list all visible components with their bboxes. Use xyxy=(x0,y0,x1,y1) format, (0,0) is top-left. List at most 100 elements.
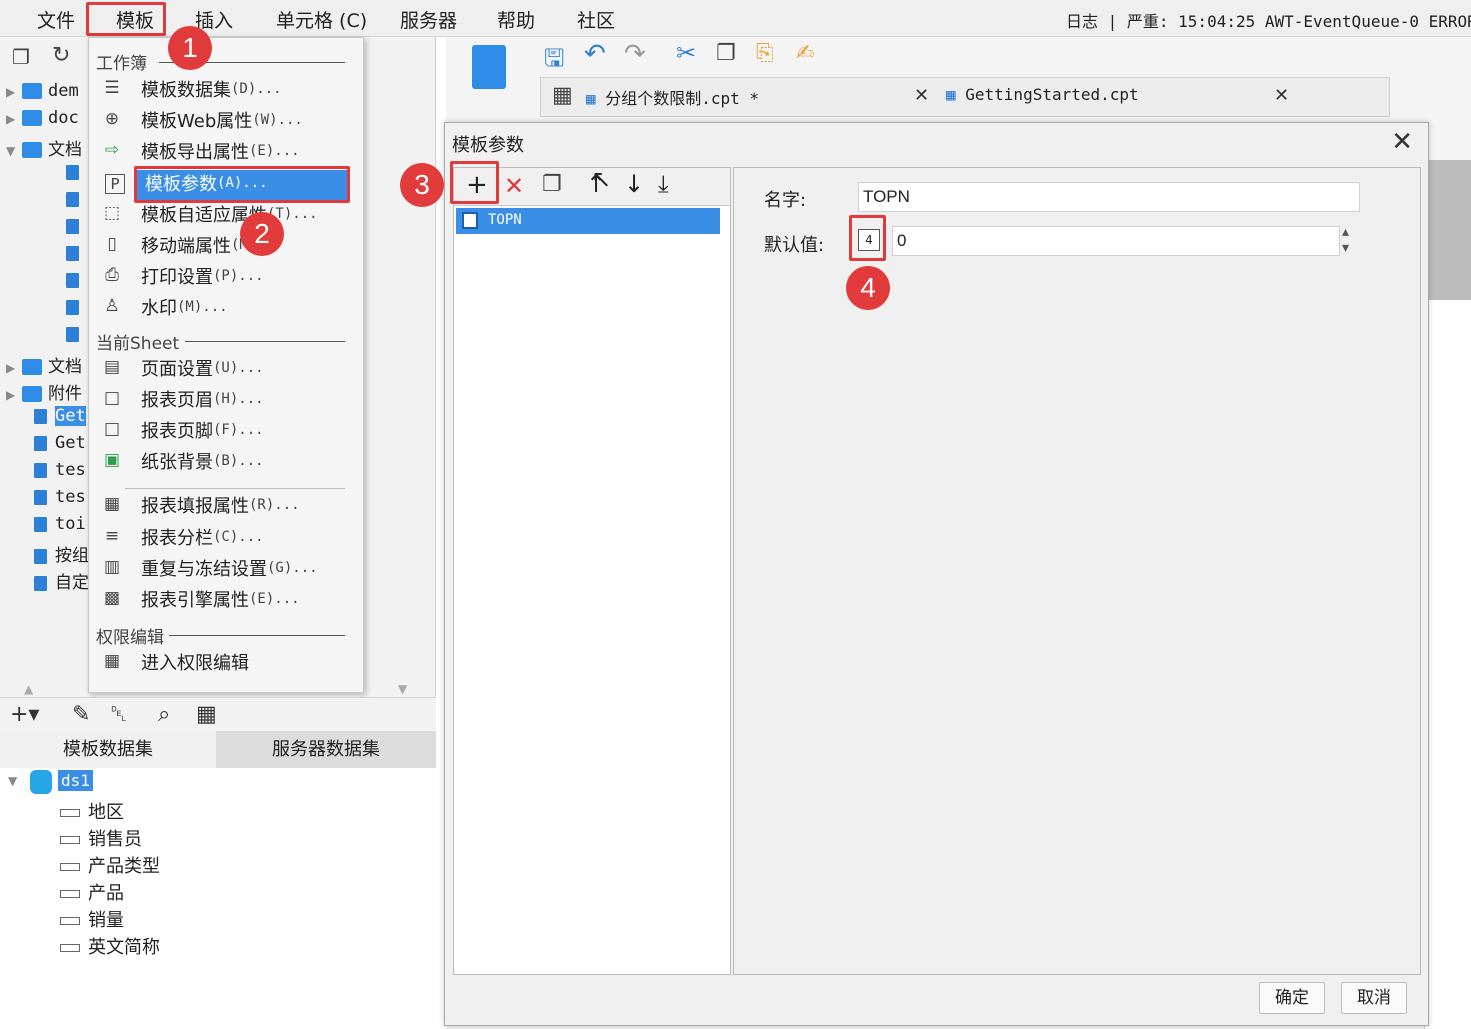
status-log[interactable]: 日志 | 严重: 15:04:25 AWT-EventQueue-0 ERROR xyxy=(1066,8,1471,32)
dataset-ds1[interactable]: ds1 xyxy=(58,770,93,791)
format-painter-icon[interactable]: ✍ xyxy=(796,41,814,66)
field-item[interactable]: 产品 xyxy=(60,879,124,905)
tree-folder[interactable]: ▶ doc xyxy=(6,108,79,134)
export-icon: ⇨ xyxy=(104,140,120,160)
highlight-box-template-params xyxy=(134,166,350,203)
field-item[interactable]: 销售员 xyxy=(60,825,142,851)
engine-icon: ▩ xyxy=(103,588,121,608)
tab-template-dataset[interactable]: 模板数据集 xyxy=(0,731,216,768)
menu-item-engine[interactable]: ▩ 报表引擎属性(E)... xyxy=(101,586,351,616)
tree-file[interactable]: Get xyxy=(34,433,86,459)
redo-icon[interactable]: ↷ xyxy=(624,39,646,69)
collapse-up-icon[interactable]: ▲ xyxy=(24,682,33,696)
form-icon: ▦ xyxy=(103,494,121,514)
tree-file[interactable]: toi xyxy=(34,514,86,540)
copy-icon[interactable]: ❐ xyxy=(716,41,736,66)
param-icon: P xyxy=(105,174,125,194)
delete-icon[interactable]: ␡ xyxy=(110,702,128,727)
menu-item-columns[interactable]: ≡ 报表分栏(C)... xyxy=(101,524,351,554)
param-list-item[interactable]: TOPN xyxy=(456,208,720,234)
globe-icon: ⊕ xyxy=(104,109,120,129)
menu-item-web-attr[interactable]: ⊕ 模板Web属性(W)... xyxy=(101,107,351,137)
tree-folder[interactable]: ▶ 文档 xyxy=(6,352,82,378)
menu-help[interactable]: 帮助 xyxy=(497,6,535,33)
grid-view-icon[interactable]: ▦ xyxy=(552,83,573,108)
expand-icon[interactable]: ▼ xyxy=(8,774,17,788)
menu-item-freeze[interactable]: ▥ 重复与冻结设置(G)... xyxy=(101,555,351,585)
report-preview-icon[interactable] xyxy=(472,45,506,89)
move-bottom-icon[interactable]: ⤓ xyxy=(658,170,669,198)
menu-community[interactable]: 社区 xyxy=(577,6,615,33)
tree-file[interactable]: 自定 xyxy=(34,568,89,594)
report-icon: ▦ xyxy=(586,89,606,108)
name-label: 名字: xyxy=(764,190,807,211)
tab-server-dataset[interactable]: 服务器数据集 xyxy=(216,731,436,768)
menu-item-footer[interactable]: □ 报表页脚(F)... xyxy=(101,417,351,447)
field-item[interactable]: 英文简称 xyxy=(60,933,160,959)
refresh-icon[interactable]: ↻ xyxy=(52,43,70,68)
move-down-icon[interactable]: ↓ xyxy=(624,170,644,198)
add-dataset-icon[interactable]: +▾ xyxy=(10,702,39,727)
field-icon xyxy=(60,836,80,844)
database-icon: ☰ xyxy=(104,78,120,98)
tree-file[interactable]: tes xyxy=(34,487,86,513)
save-icon[interactable]: 🖫 xyxy=(544,41,564,82)
cut-icon[interactable]: ✂ xyxy=(676,39,696,67)
menu-item-background[interactable]: ▣ 纸张背景(B)... xyxy=(101,448,351,478)
menu-item-mobile[interactable]: ▯移动端属性(M)... xyxy=(101,232,351,262)
highlight-box-type-selector xyxy=(849,215,886,261)
file-icon[interactable] xyxy=(66,192,79,207)
close-icon[interactable]: ✕ xyxy=(1391,127,1413,157)
tree-folder[interactable]: ▶ 附件 xyxy=(6,379,82,405)
menu-server[interactable]: 服务器 xyxy=(400,6,457,33)
menu-item-permission-edit[interactable]: ▦ 进入权限编辑 xyxy=(101,649,351,679)
collapse-down-icon[interactable]: ▼ xyxy=(398,682,407,696)
page-icon: ▤ xyxy=(103,357,121,377)
menu-item-template-dataset[interactable]: ☰ 模板数据集(D)... xyxy=(101,76,351,106)
ok-button[interactable]: 确定 xyxy=(1259,982,1325,1014)
file-tab[interactable]: ▦ GettingStarted.cpt xyxy=(946,85,1139,117)
tree-file[interactable]: 按组 xyxy=(34,541,89,567)
menu-item-export-attr[interactable]: ⇨ 模板导出属性(E)... xyxy=(101,138,351,168)
tree-file[interactable]: Get xyxy=(34,406,86,432)
param-icon xyxy=(462,212,478,229)
delete-param-icon[interactable]: ✕ xyxy=(504,172,524,200)
menu-item-adaptive[interactable]: ⬚ 模板自适应属性(T)... xyxy=(101,201,351,231)
undo-icon[interactable]: ↶ xyxy=(584,39,606,69)
new-folder-icon[interactable]: ❐ xyxy=(12,45,30,69)
spreadsheet-grid[interactable] xyxy=(1424,300,1471,1029)
file-icon xyxy=(34,489,47,505)
field-item[interactable]: 产品类型 xyxy=(60,852,160,878)
menu-file[interactable]: 文件 xyxy=(37,6,75,33)
spinner-icon[interactable]: ▴ ▾ xyxy=(1342,224,1349,256)
tree-folder[interactable]: ▶ dem xyxy=(6,81,79,107)
paste-icon[interactable]: ⎘ xyxy=(756,41,774,66)
edit-icon[interactable]: ✎ xyxy=(72,702,90,727)
folder-icon xyxy=(22,359,42,375)
menu-item-print[interactable]: ⎙ 打印设置(P)... xyxy=(101,263,351,293)
close-tab-icon[interactable]: ✕ xyxy=(1274,85,1289,106)
close-tab-icon[interactable]: ✕ xyxy=(914,85,929,106)
file-icon[interactable] xyxy=(66,246,79,261)
file-icon[interactable] xyxy=(66,273,79,288)
file-icon[interactable] xyxy=(66,300,79,315)
menu-item-page-setup[interactable]: ▤ 页面设置(U)... xyxy=(101,355,351,385)
file-tab-active[interactable]: ▦ 分组个数限制.cpt * xyxy=(586,85,759,117)
menu-item-header[interactable]: □ 报表页眉(H)... xyxy=(101,386,351,416)
file-icon[interactable] xyxy=(66,327,79,342)
file-icon[interactable] xyxy=(66,219,79,234)
cancel-button[interactable]: 取消 xyxy=(1341,982,1407,1014)
menu-item-watermark[interactable]: ♙ 水印(M)... xyxy=(101,294,351,324)
preview-icon[interactable]: ⌕ xyxy=(158,702,170,727)
menu-item-fill-attr[interactable]: ▦ 报表填报属性(R)... xyxy=(101,492,351,522)
tree-file[interactable]: tes xyxy=(34,460,86,486)
default-value-input[interactable]: 0 xyxy=(892,226,1340,256)
file-icon[interactable] xyxy=(66,165,79,180)
dataset-settings-icon[interactable]: ▦ xyxy=(196,702,217,727)
copy-param-icon[interactable]: ❐ xyxy=(542,172,562,197)
field-item[interactable]: 地区 xyxy=(60,798,124,824)
menu-cell[interactable]: 单元格 (C) xyxy=(276,6,367,33)
param-name-input[interactable]: TOPN xyxy=(858,182,1360,212)
tree-folder[interactable]: ▼ 文档 xyxy=(6,135,82,161)
field-item[interactable]: 销量 xyxy=(60,906,124,932)
